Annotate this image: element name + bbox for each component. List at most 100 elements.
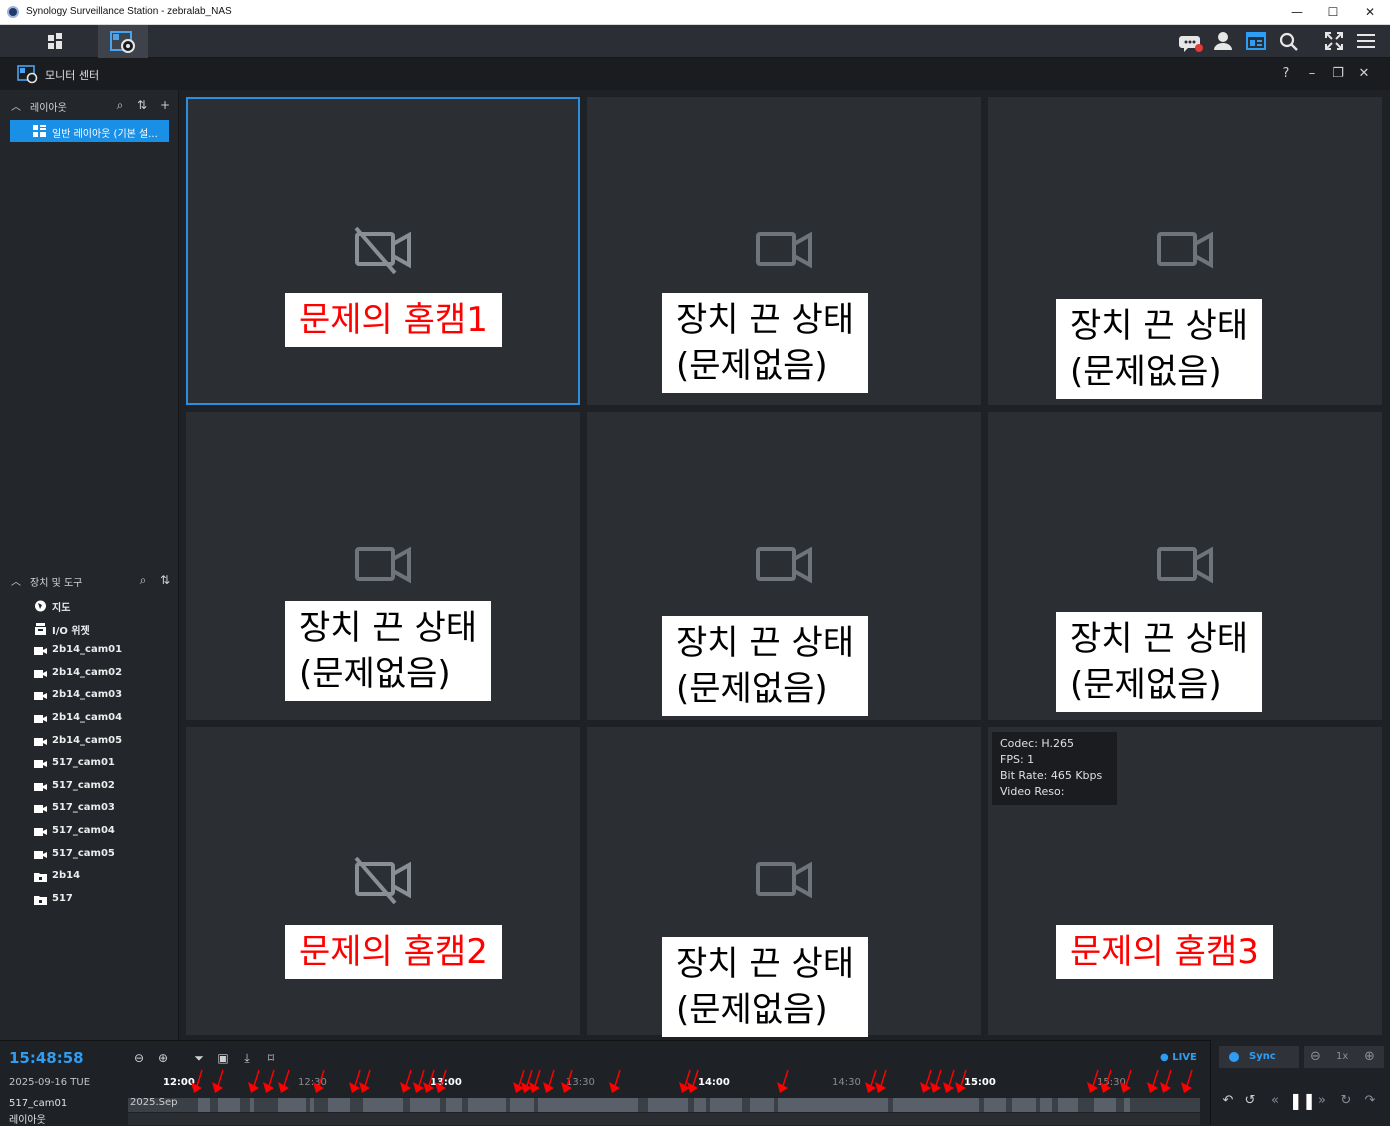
device-item[interactable]: 지도 bbox=[0, 595, 179, 617]
widget-button[interactable] bbox=[1240, 25, 1272, 58]
collapse-caret-icon[interactable]: ︿ bbox=[11, 98, 21, 113]
red-arrow-marker bbox=[614, 1069, 621, 1087]
fullscreen-button[interactable] bbox=[1318, 25, 1350, 58]
recording-segment[interactable] bbox=[648, 1098, 688, 1112]
minimize-button[interactable]: — bbox=[1277, 0, 1317, 25]
download-icon[interactable]: ⤓ bbox=[240, 1051, 254, 1065]
zoom-out-icon[interactable]: ⊖ bbox=[132, 1051, 146, 1065]
recording-segment[interactable] bbox=[250, 1098, 254, 1112]
map-icon bbox=[35, 600, 46, 612]
live-indicator[interactable]: ● LIVE bbox=[1160, 1052, 1197, 1063]
layout-item-default[interactable]: 일반 레이아웃 (기본 설... bbox=[10, 120, 169, 142]
speed-control[interactable]: ⊖ 1x ⊕ bbox=[1304, 1046, 1384, 1068]
camera-icon bbox=[756, 861, 812, 899]
recording-segment[interactable] bbox=[1012, 1098, 1036, 1112]
notification-chat-button[interactable] bbox=[1175, 25, 1207, 58]
recording-segment[interactable] bbox=[446, 1098, 462, 1112]
sort-icon[interactable]: ⇅ bbox=[158, 573, 172, 587]
tile-annotation-label: 장치 끈 상태 (문제없음) bbox=[662, 616, 869, 716]
recording-segment[interactable] bbox=[710, 1098, 742, 1112]
layout-section-header[interactable]: ︿ 레이아웃 ⌕ ⇅ + bbox=[0, 95, 179, 117]
maximize-button[interactable]: ☐ bbox=[1313, 0, 1353, 25]
main-menu-button[interactable] bbox=[1350, 25, 1382, 58]
device-item[interactable]: 2b14_cam01 bbox=[0, 640, 179, 662]
close-button[interactable]: ✕ bbox=[1350, 0, 1390, 25]
timeline-track[interactable] bbox=[128, 1098, 1200, 1112]
add-icon[interactable]: + bbox=[158, 98, 172, 112]
panel-close-button[interactable]: ✕ bbox=[1356, 66, 1372, 82]
camera-icon bbox=[34, 715, 47, 723]
recording-segment[interactable] bbox=[198, 1098, 210, 1112]
device-item[interactable]: 517_cam03 bbox=[0, 798, 179, 820]
sync-button[interactable]: Sync bbox=[1219, 1046, 1299, 1068]
device-item[interactable]: 517 bbox=[0, 889, 179, 911]
device-item[interactable]: 517_cam04 bbox=[0, 821, 179, 843]
recording-segment[interactable] bbox=[1094, 1098, 1116, 1112]
red-arrow-marker bbox=[880, 1069, 887, 1087]
annotation-line: 문제의 홈캠3 bbox=[1070, 932, 1259, 972]
recording-segment[interactable] bbox=[310, 1098, 314, 1112]
recording-segment[interactable] bbox=[278, 1098, 306, 1112]
device-item[interactable]: 2b14_cam02 bbox=[0, 663, 179, 685]
camera-tile[interactable] bbox=[186, 727, 580, 1035]
red-arrow-marker bbox=[405, 1069, 412, 1087]
speed-decrease-icon[interactable]: ⊖ bbox=[1310, 1049, 1321, 1064]
fullscreen-icon bbox=[1325, 32, 1343, 50]
recording-segment[interactable] bbox=[984, 1098, 1006, 1112]
recording-segment[interactable] bbox=[410, 1098, 440, 1112]
recording-segment[interactable] bbox=[328, 1098, 350, 1112]
camera-tile[interactable] bbox=[186, 97, 580, 405]
collapse-caret-icon[interactable]: ︿ bbox=[11, 573, 21, 588]
device-item[interactable]: 2b14_cam05 bbox=[0, 731, 179, 753]
annotation-line: 문제의 홈캠2 bbox=[299, 932, 488, 972]
main-menu-tab[interactable] bbox=[30, 25, 80, 58]
device-item-label: 2b14_cam01 bbox=[52, 644, 123, 656]
device-item-label: 2b14 bbox=[52, 870, 81, 882]
device-section-header[interactable]: ︿ 장치 및 도구 ⌕ ⇅ bbox=[0, 570, 179, 592]
device-item[interactable]: 2b14_cam03 bbox=[0, 685, 179, 707]
device-item[interactable]: I/O 위젯 bbox=[0, 618, 179, 640]
surveillance-app-icon bbox=[7, 6, 19, 18]
help-button[interactable]: ? bbox=[1278, 66, 1294, 82]
speed-increase-icon[interactable]: ⊕ bbox=[1364, 1049, 1375, 1064]
recording-segment[interactable] bbox=[510, 1098, 534, 1112]
calendar-icon[interactable]: ▣ bbox=[216, 1051, 230, 1065]
panel-restore-button[interactable]: ❐ bbox=[1330, 66, 1346, 82]
recording-segment[interactable] bbox=[538, 1098, 638, 1112]
recording-segment[interactable] bbox=[750, 1098, 774, 1112]
tile-annotation-label: 문제의 홈캠2 bbox=[285, 925, 502, 979]
device-item[interactable]: 2b14 bbox=[0, 866, 179, 888]
search-button[interactable] bbox=[1272, 25, 1304, 58]
red-arrow-marker bbox=[1152, 1069, 1159, 1087]
zoom-in-icon[interactable]: ⊕ bbox=[156, 1051, 170, 1065]
panel-minimize-button[interactable]: – bbox=[1304, 66, 1320, 82]
red-arrow-head bbox=[561, 1082, 572, 1093]
search-icon[interactable]: ⌕ bbox=[113, 98, 127, 112]
user-button[interactable] bbox=[1207, 25, 1239, 58]
sort-icon[interactable]: ⇅ bbox=[135, 98, 149, 112]
device-item[interactable]: 2b14_cam04 bbox=[0, 708, 179, 730]
layout-track[interactable] bbox=[128, 1113, 1200, 1125]
recording-segment[interactable] bbox=[363, 1098, 403, 1112]
recording-segment[interactable] bbox=[694, 1098, 706, 1112]
recording-segment[interactable] bbox=[1040, 1098, 1052, 1112]
search-icon[interactable]: ⌕ bbox=[136, 573, 150, 587]
recording-segment[interactable] bbox=[893, 1098, 979, 1112]
chat-notification-icon bbox=[1179, 36, 1203, 52]
recording-segment[interactable] bbox=[1124, 1098, 1130, 1112]
bookmark-icon[interactable]: ⌑ bbox=[264, 1051, 278, 1065]
recording-segment[interactable] bbox=[468, 1098, 506, 1112]
fps-text: FPS: 1 bbox=[1000, 753, 1035, 766]
red-arrow-head bbox=[1160, 1082, 1171, 1093]
monitor-center-tab[interactable] bbox=[98, 25, 148, 58]
red-arrow-head bbox=[1120, 1082, 1131, 1093]
device-item-label: 2b14_cam03 bbox=[52, 689, 123, 701]
filter-icon[interactable]: ⏷ bbox=[192, 1051, 206, 1065]
device-item[interactable]: 517_cam02 bbox=[0, 776, 179, 798]
recording-segment[interactable] bbox=[218, 1098, 240, 1112]
recording-segment[interactable] bbox=[1058, 1098, 1078, 1112]
annotation-line: (문제없음) bbox=[676, 669, 828, 709]
device-item[interactable]: 517_cam05 bbox=[0, 844, 179, 866]
device-item[interactable]: 517_cam01 bbox=[0, 753, 179, 775]
recording-segment[interactable] bbox=[778, 1098, 888, 1112]
